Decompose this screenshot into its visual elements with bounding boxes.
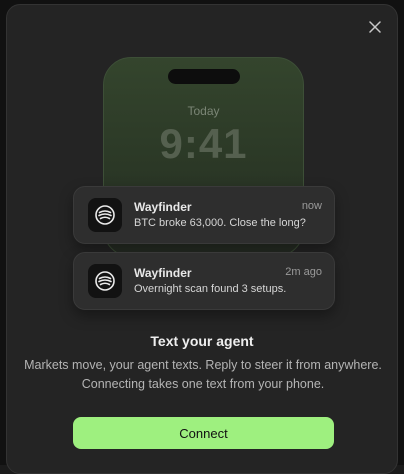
wayfinder-logo-icon [88, 264, 122, 298]
notification-message: Overnight scan found 3 setups. [134, 283, 287, 295]
close-button[interactable] [365, 17, 385, 37]
phone-notch [168, 69, 240, 84]
phone-clock: 9:41 [159, 120, 248, 167]
wayfinder-logo-icon [88, 198, 122, 232]
modal-title: Text your agent [150, 333, 254, 349]
close-icon [369, 21, 381, 33]
notification-message: BTC broke 63,000. Close the long? [134, 217, 306, 229]
notification-card: Wayfinder 2m ago Overnight scan found 3 … [73, 252, 335, 310]
description-line: Markets move, your agent texts. Reply to… [24, 358, 382, 372]
notification-card: Wayfinder now BTC broke 63,000. Close th… [73, 186, 335, 244]
connect-button[interactable]: Connect [73, 417, 334, 449]
notification-time: 2m ago [285, 266, 322, 278]
notification-app-name: Wayfinder [134, 266, 192, 280]
notification-app-name: Wayfinder [134, 200, 192, 214]
modal-description: Markets move, your agent texts. Reply to… [17, 356, 389, 394]
connect-agent-modal: Today 9:41 Wayfinder now BTC broke 63,00… [6, 4, 398, 474]
description-line: Connecting takes one text from your phon… [81, 377, 325, 391]
phone-day-label: Today [187, 104, 220, 118]
notification-time: now [301, 200, 322, 212]
